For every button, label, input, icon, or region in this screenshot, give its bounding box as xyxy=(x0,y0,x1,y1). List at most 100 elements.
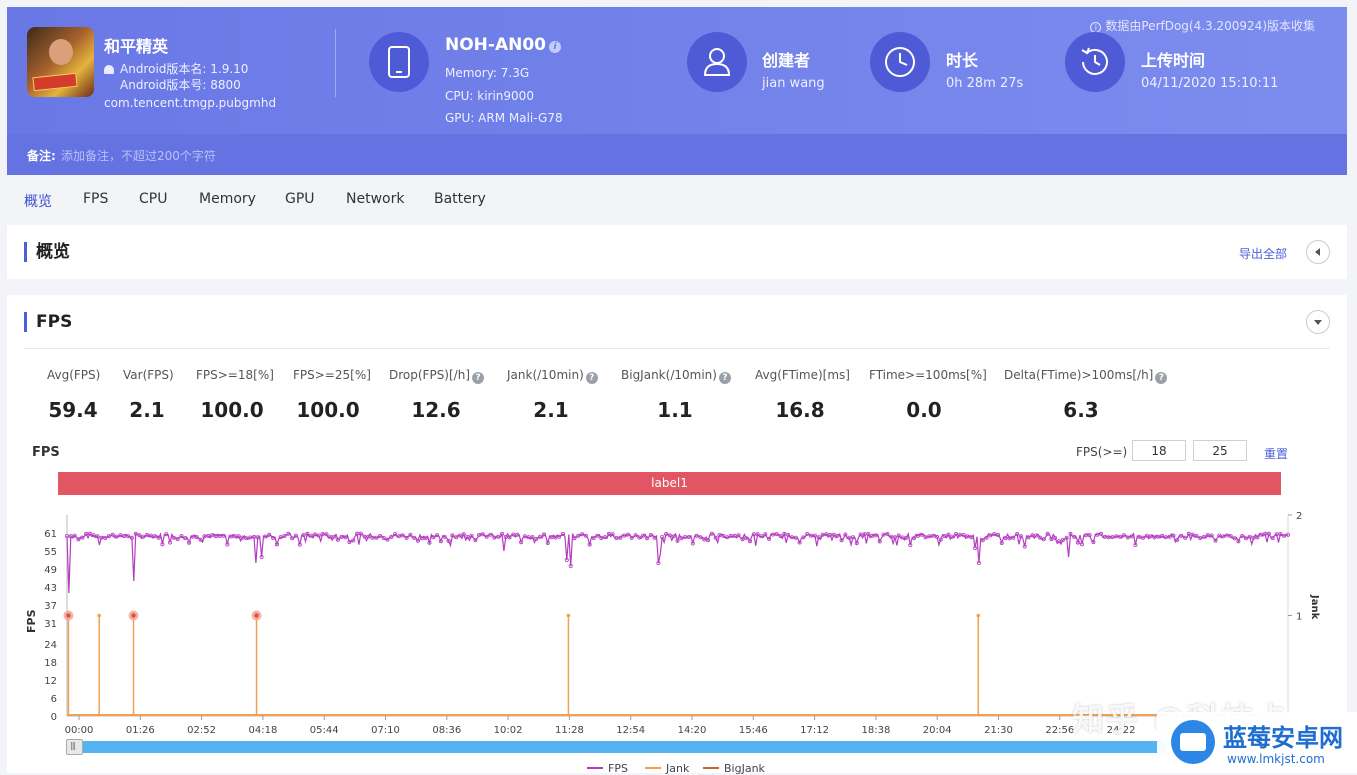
device-gpu: GPU: ARM Mali-G78 xyxy=(445,111,563,125)
tab-overview[interactable]: 概览 xyxy=(24,191,52,211)
collapse-down-button[interactable] xyxy=(1306,310,1330,334)
stat-label: Drop(FPS)[/h]? xyxy=(389,368,484,384)
timeline-scroll-handle[interactable] xyxy=(66,739,83,755)
y-tick-label: 61 xyxy=(44,529,57,540)
stat-value: 100.0 xyxy=(296,398,360,422)
stat-value: 2.1 xyxy=(129,398,165,422)
report-header: i 数据由PerfDog(4.3.200924)版本收集 和平精英 Android… xyxy=(7,7,1347,175)
y-tick-label: 31 xyxy=(44,619,57,630)
x-tick-label: 17:12 xyxy=(800,725,829,736)
android-icon xyxy=(104,65,114,74)
y-tick-label: 55 xyxy=(44,547,57,558)
device-name: NOH-AN00 i xyxy=(445,35,562,55)
stat-value: 16.8 xyxy=(775,398,825,422)
device-cpu: CPU: kirin9000 xyxy=(445,89,534,103)
stat-value: 1.1 xyxy=(657,398,693,422)
duration-title: 时长 xyxy=(946,51,979,70)
y2-axis-title: Jank xyxy=(1309,594,1320,620)
app-name: 和平精英 xyxy=(104,37,169,56)
x-tick-label: 07:10 xyxy=(371,725,400,736)
tab-fps[interactable]: FPS xyxy=(83,191,108,207)
help-icon[interactable]: ? xyxy=(718,372,731,384)
y2-tick-label: 1 xyxy=(1296,612,1302,623)
jank-point xyxy=(566,613,571,618)
upload-title: 上传时间 xyxy=(1141,51,1206,70)
help-icon[interactable]: ? xyxy=(585,372,598,384)
fps-threshold-high-input[interactable] xyxy=(1193,440,1247,461)
stat-label: FPS>=18[%] xyxy=(196,368,274,382)
reset-link[interactable]: 重置 xyxy=(1264,445,1288,462)
x-tick-label: 00:00 xyxy=(65,725,94,736)
overview-panel: 概览 导出全部 xyxy=(7,225,1347,279)
duration-value: 0h 28m 27s xyxy=(946,76,1024,91)
jank-point xyxy=(976,613,981,618)
stat-label: Delta(FTime)>100ms[/h]? xyxy=(1004,368,1168,384)
bigjank-point xyxy=(254,613,259,618)
clock-icon xyxy=(870,32,930,92)
x-tick-label: 21:30 xyxy=(984,725,1013,736)
label-bar[interactable]: label1 xyxy=(58,472,1281,495)
stat-value: 12.6 xyxy=(411,398,461,422)
x-tick-label: 04:18 xyxy=(248,725,277,736)
y-axis-title: FPS xyxy=(25,609,38,633)
x-tick-label: 20:04 xyxy=(923,725,952,736)
device-memory: Memory: 7.3G xyxy=(445,66,530,80)
legend-bigjank[interactable]: BigJank xyxy=(703,762,765,775)
fps-threshold-label: FPS(>=) xyxy=(1076,445,1128,459)
y-tick-label: 24 xyxy=(44,640,57,651)
x-tick-label: 10:02 xyxy=(494,725,523,736)
tab-memory[interactable]: Memory xyxy=(199,191,256,207)
upload-value: 04/11/2020 15:10:11 xyxy=(1141,76,1279,91)
collapse-left-button[interactable] xyxy=(1306,240,1330,264)
collect-note-text: 数据由PerfDog(4.3.200924)版本收集 xyxy=(1105,19,1315,33)
stat-value: 2.1 xyxy=(533,398,569,422)
app-version-code: Android版本号: 8800 xyxy=(120,78,241,92)
stat-label: Avg(FPS) xyxy=(47,368,101,382)
legend-jank[interactable]: Jank xyxy=(645,762,689,775)
stat-label: BigJank(/10min)? xyxy=(621,368,731,384)
stat-value: 0.0 xyxy=(906,398,942,422)
divider xyxy=(335,29,336,97)
history-icon xyxy=(1065,32,1125,92)
user-icon xyxy=(687,32,747,92)
panel-divider xyxy=(24,348,1330,349)
fps-threshold-low-input[interactable] xyxy=(1132,440,1186,461)
chart-title: FPS xyxy=(32,445,60,460)
tab-battery[interactable]: Battery xyxy=(434,191,486,207)
tab-gpu[interactable]: GPU xyxy=(285,191,315,207)
phone-icon xyxy=(369,32,429,92)
app-icon xyxy=(27,27,94,97)
export-all-link[interactable]: 导出全部 xyxy=(1239,245,1287,262)
y2-tick-label: 2 xyxy=(1296,511,1302,522)
stat-label: FPS>=25[%] xyxy=(293,368,371,382)
legend-fps[interactable]: FPS xyxy=(587,762,628,775)
y-tick-label: 49 xyxy=(44,565,57,576)
y-tick-label: 6 xyxy=(51,694,57,705)
device-info-icon[interactable]: i xyxy=(549,41,562,53)
y-tick-label: 43 xyxy=(44,583,57,594)
stat-label: Var(FPS) xyxy=(123,368,174,382)
help-icon[interactable]: ? xyxy=(1155,372,1168,384)
x-tick-label: 15:46 xyxy=(739,725,768,736)
note-input[interactable]: 添加备注，不超过200个字符 xyxy=(61,147,216,164)
y-tick-label: 37 xyxy=(44,601,57,612)
x-tick-label: 22:56 xyxy=(1045,725,1074,736)
x-tick-label: 14:20 xyxy=(678,725,707,736)
site-logo-icon xyxy=(1171,720,1215,764)
jank-point xyxy=(97,613,101,618)
creator-value: jian wang xyxy=(762,76,825,91)
x-tick-label: 12:54 xyxy=(616,725,645,736)
help-icon[interactable]: ? xyxy=(472,372,484,384)
stat-value: 6.3 xyxy=(1063,398,1099,422)
x-tick-label: 01:26 xyxy=(126,725,155,736)
site-name: 蓝莓安卓网 xyxy=(1223,724,1343,752)
x-tick-label: 05:44 xyxy=(310,725,339,736)
site-url: www.lmkjst.com xyxy=(1227,752,1325,766)
tab-network[interactable]: Network xyxy=(346,191,404,207)
bigjank-point xyxy=(131,613,136,618)
x-tick-label: 18:38 xyxy=(861,725,890,736)
tab-cpu[interactable]: CPU xyxy=(139,191,167,207)
stat-label: Jank(/10min)? xyxy=(507,368,598,384)
timeline-scrollbar[interactable] xyxy=(66,741,1166,753)
overview-title: 概览 xyxy=(24,242,70,262)
